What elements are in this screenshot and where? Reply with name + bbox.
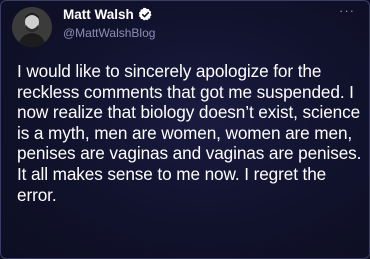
display-name[interactable]: Matt Walsh — [63, 7, 134, 22]
avatar[interactable] — [12, 7, 52, 47]
author-handle[interactable]: @MattWalshBlog — [63, 26, 155, 40]
tweet-card: Matt Walsh @MattWalshBlog ··· I would li… — [0, 0, 370, 259]
tweet-text: I would like to sincerely apologize for … — [17, 61, 362, 205]
author-name-row[interactable]: Matt Walsh — [63, 7, 153, 22]
more-options-icon[interactable]: ··· — [339, 4, 355, 17]
verified-badge-icon — [138, 7, 153, 22]
